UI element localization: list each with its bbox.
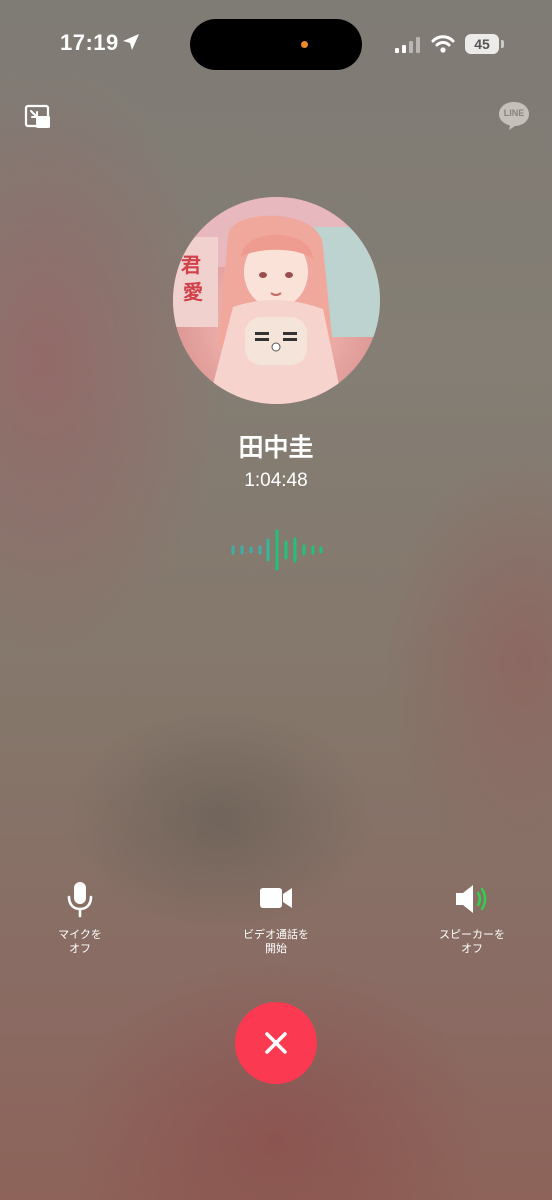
speaker-off-label: スピーカーを オフ: [439, 929, 505, 955]
svg-text:君: 君: [181, 253, 201, 277]
cellular-signal-icon: [395, 37, 420, 53]
line-logo-text: LINE: [503, 108, 525, 118]
start-video-button[interactable]: ビデオ通話を 開始: [211, 880, 341, 956]
svg-text:愛: 愛: [183, 280, 203, 304]
line-logo: LINE: [497, 100, 531, 132]
location-arrow-icon: [123, 34, 139, 50]
avatar-illustration: 君 愛: [173, 197, 380, 404]
microphone-icon: [67, 882, 93, 918]
contact-avatar: 君 愛: [173, 197, 380, 404]
contact-name: 田中圭: [238, 434, 314, 462]
status-time: 17:19: [60, 30, 119, 55]
mic-off-label: マイクを オフ: [58, 929, 102, 955]
audio-waveform: [231, 529, 323, 571]
close-icon: [265, 1032, 287, 1054]
end-call-button[interactable]: [235, 1002, 317, 1084]
wifi-icon: [431, 35, 455, 53]
video-camera-icon: [260, 888, 292, 908]
dynamic-island: [190, 19, 362, 70]
speaker-off-button[interactable]: スピーカーを オフ: [407, 880, 537, 956]
speaker-icon: [456, 885, 487, 913]
status-bar: 17:19 45: [0, 0, 552, 90]
call-duration: 1:04:48: [244, 470, 308, 491]
battery-indicator: 45: [465, 34, 505, 54]
battery-level: 45: [465, 34, 499, 54]
mic-off-button[interactable]: マイクを オフ: [15, 880, 145, 956]
start-video-label: ビデオ通話を 開始: [243, 929, 309, 955]
battery-tip: [501, 40, 504, 48]
recording-indicator: [301, 41, 308, 48]
call-controls: マイクを オフ ビデオ通話を 開始 スピーカーを オフ: [0, 880, 552, 970]
picture-in-picture-icon[interactable]: [24, 104, 52, 130]
